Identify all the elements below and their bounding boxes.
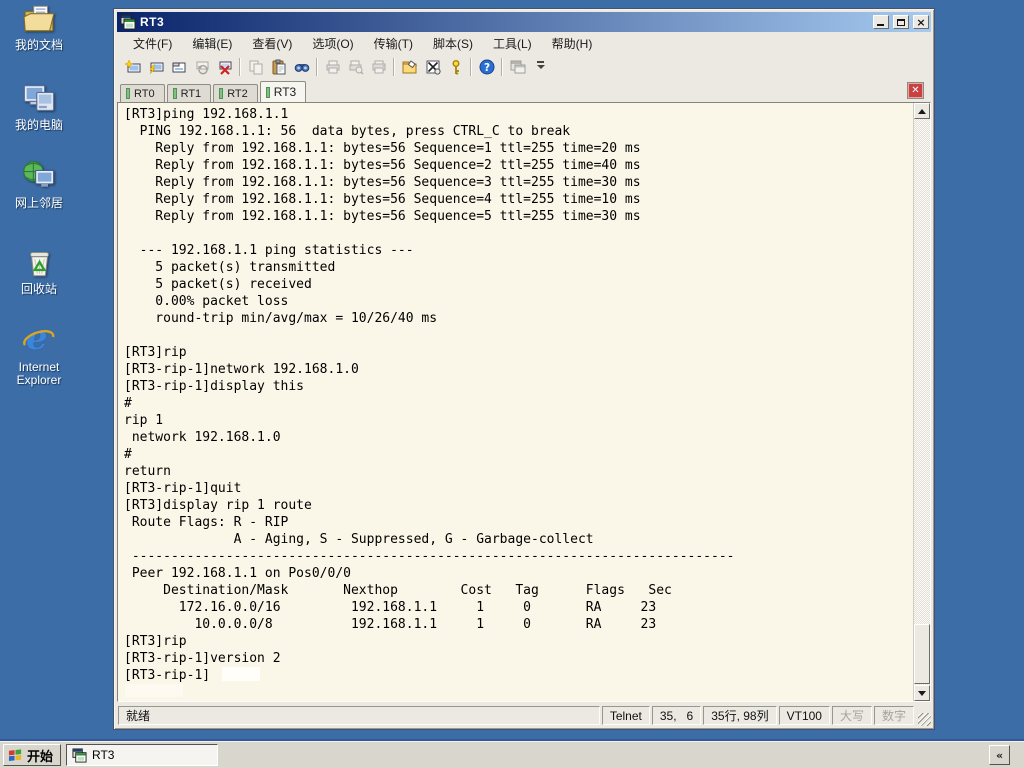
tab-status-indicator [126, 88, 130, 99]
desktop-icon-label: 我的电脑 [14, 118, 63, 132]
tab-label: RT0 [134, 87, 155, 100]
status-ready: 就绪 [118, 706, 600, 725]
toolbar-separator [239, 58, 241, 76]
tab-label: RT1 [180, 87, 202, 100]
desktop: 我的文档 我的电脑 网上邻居 回收站 e Internet Explorer R… [0, 0, 1024, 768]
reconnect-icon [190, 56, 213, 78]
desktop-icon-network-places[interactable]: 网上邻居 [0, 158, 78, 210]
maximize-button[interactable] [893, 15, 909, 29]
menu-view[interactable]: 查看(V) [242, 32, 302, 55]
window-titlebar[interactable]: RT3 × [117, 12, 931, 32]
close-button[interactable]: × [913, 15, 929, 29]
task-app-icon [72, 747, 87, 763]
my-computer-icon [23, 85, 55, 111]
desktop-icon-label: 回收站 [20, 282, 57, 296]
scrollbar-thumb[interactable] [914, 624, 930, 684]
task-label: RT3 [92, 748, 115, 762]
tab-label: RT3 [273, 85, 297, 99]
status-screen-size: 35行, 98列 [703, 706, 777, 725]
paste-icon[interactable] [267, 56, 290, 78]
print-preview-icon [344, 56, 367, 78]
resize-grip[interactable] [918, 713, 931, 726]
svg-text:?: ? [483, 62, 489, 74]
tab-rt1[interactable]: RT1 [166, 84, 212, 102]
status-caps-lock: 大写 [831, 706, 872, 725]
desktop-icon-my-documents[interactable]: 我的文档 [0, 2, 78, 52]
menu-bar: 文件(F) 编辑(E) 查看(V) 选项(O) 传输(T) 脚本(S) 工具(L… [117, 32, 931, 54]
session-options-icon[interactable] [398, 56, 421, 78]
app-icon [120, 14, 136, 30]
toolbar-separator [393, 58, 395, 76]
desktop-icon-recycle-bin[interactable]: 回收站 [0, 244, 78, 296]
help-icon[interactable]: ? [475, 56, 498, 78]
menu-file[interactable]: 文件(F) [123, 32, 182, 55]
terminal-screen[interactable]: [RT3]ping 192.168.1.1 PING 192.168.1.1: … [117, 102, 931, 702]
internet-explorer-icon: e [22, 318, 56, 358]
tab-status-indicator [219, 88, 224, 99]
tab-label: RT2 [227, 87, 248, 100]
desktop-icon-label: Internet Explorer [16, 360, 62, 387]
my-documents-icon [23, 5, 55, 32]
terminal-cursor [222, 667, 260, 681]
app-window-icon [506, 56, 529, 78]
desktop-icon-internet-explorer[interactable]: e Internet Explorer [0, 318, 78, 387]
quick-connect-icon[interactable] [121, 56, 144, 78]
menu-help[interactable]: 帮助(H) [542, 32, 603, 55]
tab-status-indicator [172, 88, 177, 99]
toolbar-overflow-icon[interactable] [529, 56, 552, 78]
network-places-icon [23, 161, 55, 187]
status-protocol: Telnet [601, 706, 650, 725]
toolbar: ? [117, 54, 931, 80]
status-num-lock: 数字 [873, 706, 914, 725]
desktop-icon-my-computer[interactable]: 我的电脑 [0, 80, 78, 132]
desktop-icon-label: 网上邻居 [14, 196, 63, 210]
start-label: 开始 [27, 748, 54, 764]
menu-transfer[interactable]: 传输(T) [364, 32, 423, 55]
tab-rt2[interactable]: RT2 [213, 84, 258, 102]
toolbar-separator [316, 58, 318, 76]
copy-icon [244, 56, 267, 78]
connect-icon[interactable] [144, 56, 167, 78]
print-setup-icon [367, 56, 390, 78]
windows-logo-icon [8, 749, 22, 761]
scroll-down-button[interactable] [914, 685, 930, 701]
tab-status-indicator [265, 86, 270, 98]
status-bar: 就绪 Telnet 35, 6 35行, 98列 VT100 大写 数字 [117, 702, 931, 726]
disconnect-icon[interactable] [213, 56, 236, 78]
print-icon [321, 56, 344, 78]
keymap-options-icon[interactable] [421, 56, 444, 78]
taskbar-task-rt3[interactable]: RT3 [66, 744, 219, 766]
terminal-cursor-trail [125, 684, 183, 697]
terminal-output[interactable]: [RT3]ping 192.168.1.1 PING 192.168.1.1: … [120, 105, 911, 701]
menu-options[interactable]: 选项(O) [302, 32, 363, 55]
vertical-scrollbar[interactable] [913, 103, 930, 701]
session-tab-bar: RT0 RT1 RT2 RT3 ✕ [117, 80, 931, 102]
status-emulation: VT100 [778, 706, 830, 725]
status-cursor-position: 35, 6 [651, 706, 702, 725]
tray-collapse-button[interactable]: « [989, 745, 1010, 765]
start-button[interactable]: 开始 [3, 744, 62, 766]
window-title: RT3 [140, 15, 165, 29]
recycle-bin-icon [30, 251, 50, 277]
terminal-window: RT3 × 文件(F) 编辑(E) 查看(V) 选项(O) 传输(T) 脚本(S… [113, 8, 935, 730]
desktop-icon-label: 我的文档 [14, 38, 63, 52]
key-agent-icon[interactable] [444, 56, 467, 78]
tab-rt0[interactable]: RT0 [120, 84, 165, 102]
menu-edit[interactable]: 编辑(E) [182, 32, 242, 55]
taskbar: 开始 RT3 « [0, 741, 1024, 768]
tab-rt3[interactable]: RT3 [259, 81, 307, 102]
find-icon[interactable] [290, 56, 313, 78]
tab-close-button[interactable]: ✕ [907, 82, 924, 99]
connect-in-tab-icon[interactable] [167, 56, 190, 78]
toolbar-separator [470, 58, 472, 76]
toolbar-separator [501, 58, 503, 76]
menu-tools[interactable]: 工具(L) [483, 32, 542, 55]
scroll-up-button[interactable] [914, 103, 930, 119]
menu-script[interactable]: 脚本(S) [423, 32, 483, 55]
minimize-button[interactable] [873, 15, 889, 29]
